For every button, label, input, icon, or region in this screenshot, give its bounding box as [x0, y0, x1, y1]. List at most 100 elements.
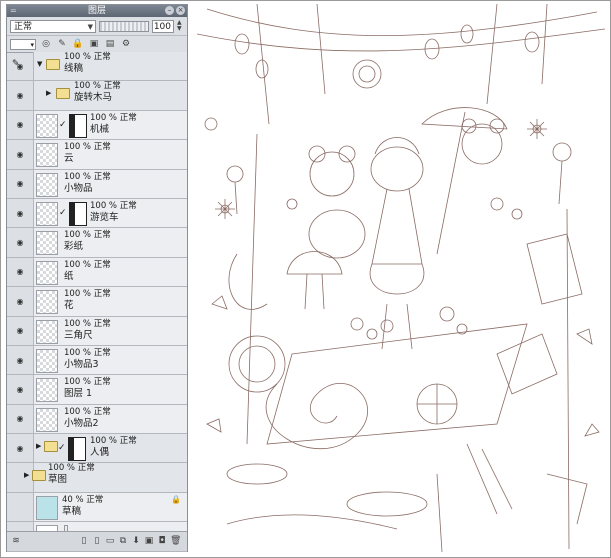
- lineart-illustration: [196, 3, 606, 553]
- eye-icon: ◉: [16, 267, 24, 277]
- visibility-toggle[interactable]: [7, 463, 34, 492]
- visibility-toggle[interactable]: ◉: [7, 287, 34, 316]
- layer-properties-bar: 正常 ▼ 100 ▲ ▼: [7, 17, 187, 36]
- layer-row[interactable]: 🔒 40 % 正常 草稿: [7, 492, 187, 523]
- layer-content: 100 % 正常 小物品: [34, 169, 187, 198]
- layer-row[interactable]: ◉ ✓ 100 % 正常 游览车: [7, 198, 187, 229]
- layer-thumbnail: [36, 260, 58, 285]
- layer-toolbar: ▾ ◎ ✎ 🔒 ▣ ▤ ⚙: [7, 36, 187, 53]
- opacity-slider[interactable]: [99, 20, 149, 32]
- folder-icon: [56, 88, 70, 100]
- layer-row[interactable]: ◉ 100 % 正常 图层 1: [7, 375, 187, 405]
- layer-row[interactable]: ◉ ✎ ▼ 100 % 正常 线稿: [7, 52, 187, 82]
- delete-layer-icon[interactable]: 🗑: [170, 536, 181, 547]
- layer-row[interactable]: ◉ 100 % 正常 三角尺: [7, 316, 187, 346]
- layer-content: ▶ 100 % 正常 旋转木马: [34, 81, 187, 110]
- layer-content: 100 % 正常 小物品3: [34, 345, 187, 375]
- layer-content: ▶ 100 % 正常 草图: [24, 463, 187, 492]
- pencil-icon[interactable]: ✎: [56, 39, 68, 50]
- lock-icon[interactable]: 🔒: [72, 39, 84, 50]
- layer-opacity-mode: 100 % 正常: [64, 142, 111, 153]
- layer-row[interactable]: ◉ 100 % 正常云: [7, 140, 187, 170]
- layer-row[interactable]: ◉ 100 % 正常花: [7, 287, 187, 317]
- visibility-toggle[interactable]: ◉: [7, 169, 34, 198]
- visibility-toggle[interactable]: [7, 492, 34, 522]
- layer-row[interactable]: ◉ ✓ 100 % 正常 机械: [7, 110, 187, 141]
- layer-row[interactable]: ◉ 100 % 正常 彩纸: [7, 228, 187, 258]
- check-icon: ✓: [58, 443, 66, 454]
- opacity-input[interactable]: 100: [152, 19, 174, 33]
- check-icon: ✓: [59, 119, 67, 130]
- visibility-toggle[interactable]: ◉: [7, 198, 34, 228]
- layer-thumbnail: [36, 348, 58, 373]
- folder-icon: [32, 470, 46, 482]
- new-folder-icon[interactable]: ▭: [105, 536, 115, 547]
- visibility-toggle[interactable]: ◉: [7, 110, 34, 140]
- apply-mask-icon[interactable]: ◘: [157, 536, 167, 547]
- layer-panel-titlebar[interactable]: = 图层 – ×: [7, 5, 187, 17]
- layer-mask-icon[interactable]: ▣: [88, 39, 100, 50]
- layer-thumbnail: [36, 378, 58, 403]
- minimize-icon[interactable]: –: [165, 6, 174, 15]
- layer-panel: = 图层 – × 正常 ▼ 100 ▲ ▼ ▾ ◎ ✎ 🔒 ▣ ▤ ⚙ ◉ ✎ ▼ 10…: [6, 4, 188, 552]
- layer-thumbnail: [36, 113, 58, 138]
- pencil-icon: ✎: [12, 59, 20, 69]
- layer-bottom-toolbar: ≋ ▯ ▯ ▭ ⧉ ⬇ ▣ ◘ 🗑: [7, 531, 187, 551]
- layer-mask-thumbnail: [69, 113, 87, 138]
- opacity-spinner[interactable]: ▲ ▼: [177, 19, 184, 33]
- layer-opacity-mode: 100 % 正常: [64, 230, 111, 241]
- visibility-toggle[interactable]: ◉: [7, 375, 34, 404]
- chevron-down-icon: ▼: [87, 22, 93, 31]
- visibility-toggle[interactable]: ◉: [7, 316, 34, 345]
- drawing-canvas[interactable]: [196, 3, 606, 553]
- visibility-toggle[interactable]: ◉: [7, 228, 34, 257]
- chevron-right-icon: ▶: [36, 442, 42, 451]
- layer-row[interactable]: ▶ 100 % 正常 草图: [7, 463, 187, 493]
- new-raster-layer-icon[interactable]: ▯: [79, 536, 89, 547]
- layer-row[interactable]: ◉ 100 % 正常纸: [7, 257, 187, 288]
- blend-mode-select[interactable]: 正常 ▼: [10, 19, 96, 33]
- layer-row[interactable]: ◉ ▶ 100 % 正常 旋转木马: [7, 81, 187, 111]
- eye-icon: ◉: [16, 443, 24, 453]
- layer-content: 100 % 正常云: [34, 140, 187, 169]
- mask-icon[interactable]: ▣: [144, 536, 154, 547]
- layer-list: ◉ ✎ ▼ 100 % 正常 线稿 ◉ ▶ 100 % 正常 旋转木马 ◉ ✓ 100 % 正常 机械 ◉…: [7, 52, 187, 552]
- eye-icon: ◉: [16, 149, 24, 159]
- visibility-toggle[interactable]: ◉: [7, 434, 34, 463]
- visibility-toggle[interactable]: ◉: [7, 81, 34, 110]
- layer-content: ✎ ▼ 100 % 正常 线稿: [12, 52, 187, 81]
- reference-layer-icon[interactable]: ▤: [104, 39, 116, 50]
- layers-stack-icon[interactable]: ≋: [11, 536, 21, 547]
- duplicate-layer-icon[interactable]: ⧉: [118, 536, 128, 547]
- layer-opacity-mode: 100 % 正常: [64, 289, 111, 300]
- layer-opacity-mode: 100 % 正常: [64, 318, 111, 329]
- visibility-toggle[interactable]: ◉: [7, 404, 34, 434]
- layer-content: ✓ 100 % 正常 机械: [34, 110, 187, 140]
- layer-row[interactable]: ◉ ▶ ✓ 100 % 正常 人偶: [7, 434, 187, 464]
- layer-row[interactable]: ◉ 100 % 正常 小物品2: [7, 404, 187, 435]
- layer-content: 🔒 40 % 正常 草稿: [34, 492, 187, 522]
- layer-row[interactable]: ◉ 100 % 正常 小物品3: [7, 345, 187, 376]
- merge-down-icon[interactable]: ⬇: [131, 536, 141, 547]
- layer-color-select[interactable]: ▾: [10, 38, 36, 50]
- layer-mask-thumbnail: [68, 437, 86, 462]
- pin-icon[interactable]: =: [10, 5, 17, 17]
- layer-thumbnail: [36, 201, 58, 226]
- eye-icon: ◉: [16, 91, 24, 101]
- new-vector-layer-icon[interactable]: ▯: [92, 536, 102, 547]
- close-icon[interactable]: ×: [176, 6, 185, 15]
- layer-row[interactable]: ◉ 100 % 正常 小物品: [7, 169, 187, 199]
- layer-panel-title: 图层: [87, 6, 106, 16]
- layer-name: 小物品: [64, 182, 93, 194]
- layer-thumbnail: [36, 143, 58, 168]
- settings-icon[interactable]: ⚙: [120, 39, 132, 50]
- layer-name: 线稿: [64, 63, 84, 74]
- layer-name: 纸: [64, 270, 74, 282]
- visibility-toggle[interactable]: ◉: [7, 140, 34, 169]
- layer-thumbnail: [36, 495, 58, 520]
- layer-name: 彩纸: [64, 241, 84, 253]
- folder-icon: [44, 441, 58, 453]
- visibility-toggle[interactable]: ◉: [7, 257, 34, 287]
- visibility-toggle[interactable]: ◉: [7, 345, 34, 375]
- eye-shape-icon[interactable]: ◎: [40, 39, 52, 50]
